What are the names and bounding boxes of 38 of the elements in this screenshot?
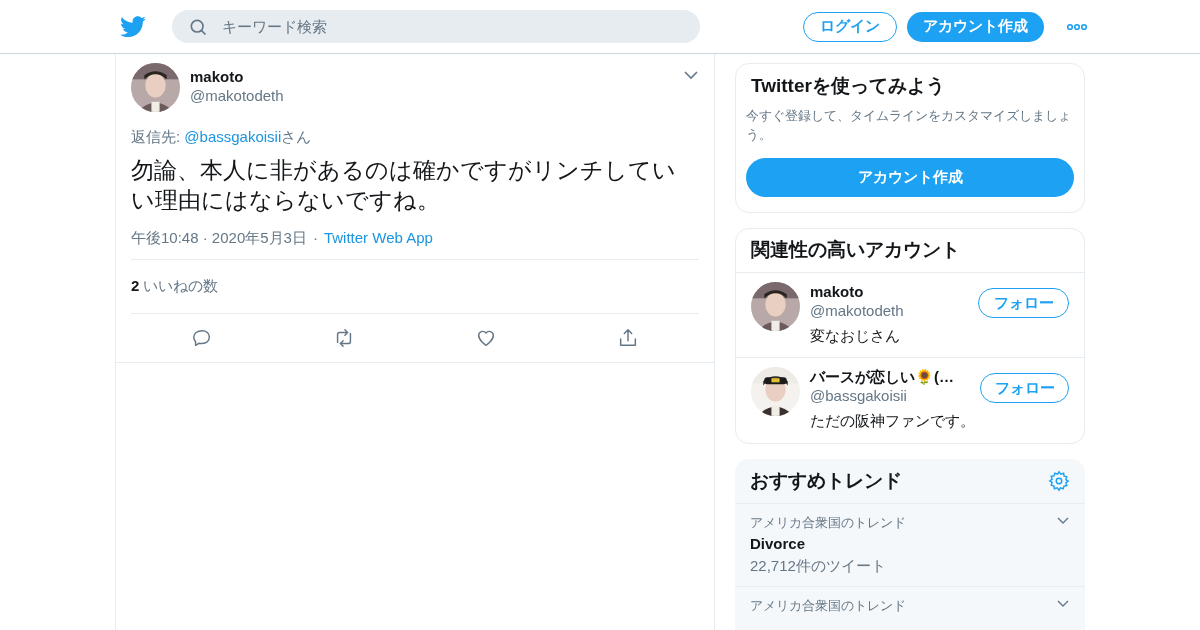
separator-dot: · [312, 227, 318, 248]
tweet-timestamp[interactable]: 午後10:48 · 2020年5月3日 [131, 226, 307, 249]
signup-button[interactable]: アカウント作成 [907, 11, 1044, 42]
user-name[interactable]: makoto [190, 67, 284, 86]
trend-context: アメリカ合衆国のトレンド [750, 514, 906, 532]
search-field[interactable]: キーワード検索 [172, 10, 700, 43]
source-link[interactable]: Twitter Web App [323, 226, 433, 249]
trend-item[interactable]: アメリカ合衆国のトレンド Divorce 22,712件のツイート [735, 504, 1085, 587]
account-handle[interactable]: @makotodeth [810, 301, 969, 320]
account-bio: 変なおじさん [810, 326, 901, 345]
search-icon [188, 17, 208, 37]
card-title: 関連性の高いアカウント [736, 229, 1084, 273]
like-label[interactable]: いいねの数 [143, 275, 219, 298]
mention-link[interactable]: @bassgakoisii [184, 128, 282, 145]
reply-icon[interactable] [191, 327, 213, 349]
reply-to-text: 返信先: @bassgakoisiiさん [131, 127, 313, 147]
share-icon[interactable] [617, 327, 639, 349]
settings-icon[interactable] [1048, 470, 1070, 492]
tweet-text: 勿論、本人に非があるのは確かですがリンチしていい理由にはならないですね。 [131, 155, 677, 215]
trend-context: アメリカ合衆国のトレンド [750, 597, 906, 615]
card-title: おすすめトレンド [750, 468, 902, 493]
chevron-down-icon[interactable] [683, 69, 699, 81]
card-description: 今すぐ登録して、タイムラインをカスタマイズしましょう。 [746, 107, 1072, 144]
chevron-down-icon[interactable] [1056, 516, 1070, 526]
account-bio: ただの阪神ファンです。 [810, 411, 970, 430]
account-handle[interactable]: @bassgakoisii [810, 386, 970, 405]
signup-button[interactable]: アカウント作成 [746, 158, 1074, 197]
account-name[interactable]: バースが恋しい🌻(… [810, 367, 970, 386]
like-count[interactable]: 2 [131, 275, 140, 298]
card-title: Twitterを使ってみよう [750, 74, 946, 98]
trend-item[interactable]: アメリカ合衆国のトレンド [735, 587, 1085, 630]
more-icon[interactable] [1066, 22, 1088, 31]
user-handle[interactable]: @makotodeth [190, 86, 284, 106]
tweet-count: 22,712件のツイート [750, 556, 887, 576]
trend-name: Divorce [750, 534, 807, 554]
account-name[interactable]: makoto [810, 282, 969, 301]
chevron-down-icon[interactable] [1056, 599, 1070, 609]
bird-logo-icon[interactable] [120, 15, 146, 38]
